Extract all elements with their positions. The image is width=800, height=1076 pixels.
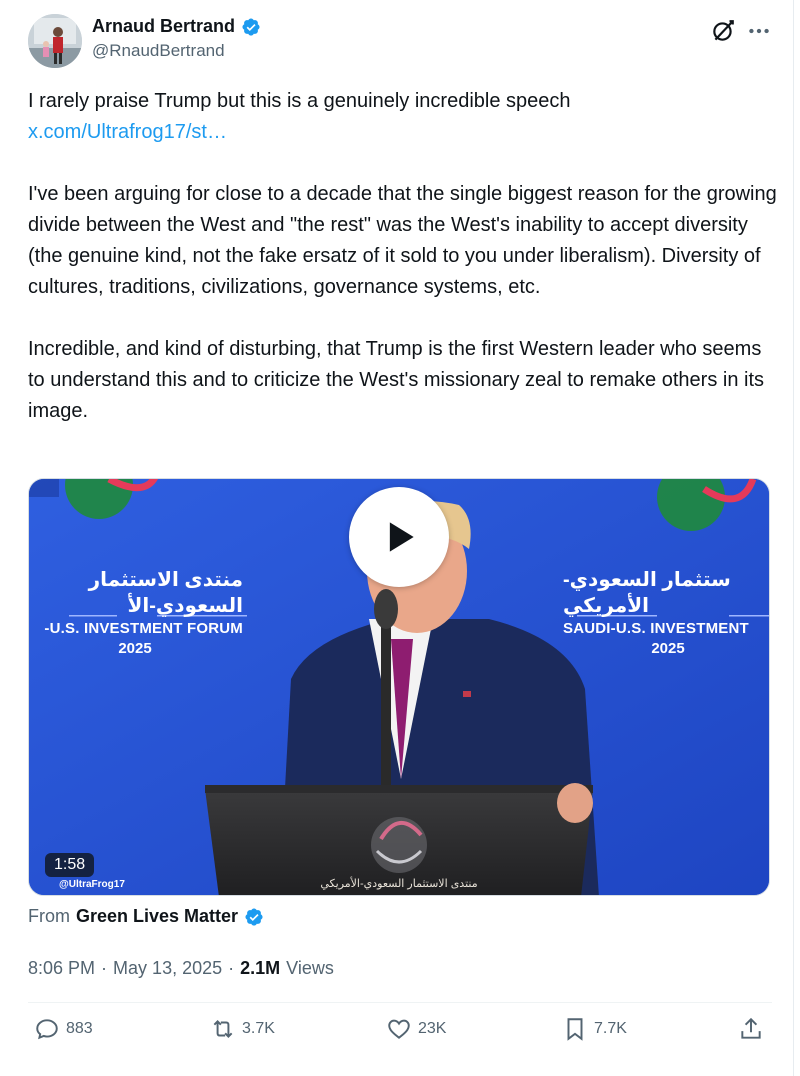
play-icon	[389, 522, 414, 552]
repost-icon	[213, 1020, 233, 1038]
repost-count: 3.7K	[242, 1020, 275, 1037]
banner-left-year: 2025	[118, 640, 152, 657]
repost-button[interactable]: 3.7K	[210, 1016, 275, 1042]
avatar[interactable]	[28, 14, 82, 68]
share-button[interactable]	[738, 1016, 764, 1042]
verified-badge-icon	[242, 17, 260, 36]
like-count: 23K	[418, 1020, 447, 1037]
author-display-name[interactable]: Arnaud Bertrand	[92, 16, 235, 37]
tweet-text-line1: I rarely praise Trump but this is a genu…	[28, 90, 571, 112]
banner-left: منتدى الاستثمار السعودي-الأ -U.S. INVEST…	[29, 567, 243, 659]
video-duration: 1:58	[45, 853, 95, 877]
tweet-text: I rarely praise Trump but this is a genu…	[28, 86, 778, 427]
source-prefix: From	[28, 906, 70, 926]
reply-icon	[36, 1019, 58, 1040]
source-name[interactable]: Green Lives Matter	[76, 906, 238, 927]
tweet-time[interactable]: 8:06 PM	[28, 958, 95, 979]
video-source: From Green Lives Matter	[28, 906, 264, 927]
video-player[interactable]: منتدى الاستثمار السعودي-الأ -U.S. INVEST…	[28, 478, 770, 896]
like-button[interactable]: 23K	[386, 1016, 446, 1042]
banner-right-english: SAUDI-U.S. INVESTMENT	[563, 620, 749, 637]
bookmark-icon	[567, 1018, 583, 1041]
share-icon	[741, 1017, 761, 1039]
author-handle[interactable]: @RnaudBertrand	[92, 41, 261, 61]
source-verified-badge-icon	[245, 907, 263, 926]
bookmark-button[interactable]: 7.7K	[562, 1016, 627, 1042]
meta-separator: ·	[101, 958, 108, 978]
more-options-icon[interactable]	[746, 18, 772, 44]
views-label: Views	[286, 958, 334, 978]
tweet-link[interactable]: x.com/Ultrafrog17/st…	[28, 121, 227, 143]
podium-text: منتدى الاستثمار السعودي-الأمريكي	[320, 878, 478, 890]
tweet-card: Arnaud Bertrand @RnaudBertrand I rarely …	[0, 0, 800, 1076]
banner-right: ستثمار السعودي-الأمريكي SAUDI-U.S. INVES…	[563, 567, 769, 659]
banner-left-english: -U.S. INVESTMENT FORUM	[44, 620, 243, 637]
divider	[28, 1002, 772, 1003]
banner-right-year: 2025	[651, 640, 685, 657]
tweet-paragraph-3: Incredible, and kind of disturbing, that…	[28, 338, 764, 422]
tweet-meta: 8:06 PM · May 13, 2025 · 2.1M Views	[28, 958, 334, 979]
tweet-header: Arnaud Bertrand @RnaudBertrand	[28, 14, 772, 70]
action-bar: 883 3.7K 23K 7.7K	[0, 1016, 800, 1056]
grok-icon[interactable]	[710, 18, 736, 44]
meta-separator: ·	[228, 958, 235, 978]
avatar-image	[28, 14, 82, 68]
tweet-paragraph-2: I've been arguing for close to a decade …	[28, 183, 777, 298]
play-button[interactable]	[349, 487, 449, 587]
heart-icon	[388, 1019, 410, 1039]
video-watermark: @UltraFrog17	[59, 879, 125, 890]
banner-right-arabic: ستثمار السعودي-الأمريكي	[563, 569, 731, 617]
views-count: 2.1M	[240, 958, 281, 978]
reply-count: 883	[66, 1020, 93, 1037]
reply-button[interactable]: 883	[34, 1016, 93, 1042]
bookmark-count: 7.7K	[594, 1020, 627, 1037]
author-block: Arnaud Bertrand @RnaudBertrand	[92, 16, 261, 61]
tweet-date[interactable]: May 13, 2025	[113, 958, 222, 979]
banner-left-arabic: منتدى الاستثمار السعودي-الأ	[88, 569, 243, 617]
column-divider	[793, 0, 794, 1076]
